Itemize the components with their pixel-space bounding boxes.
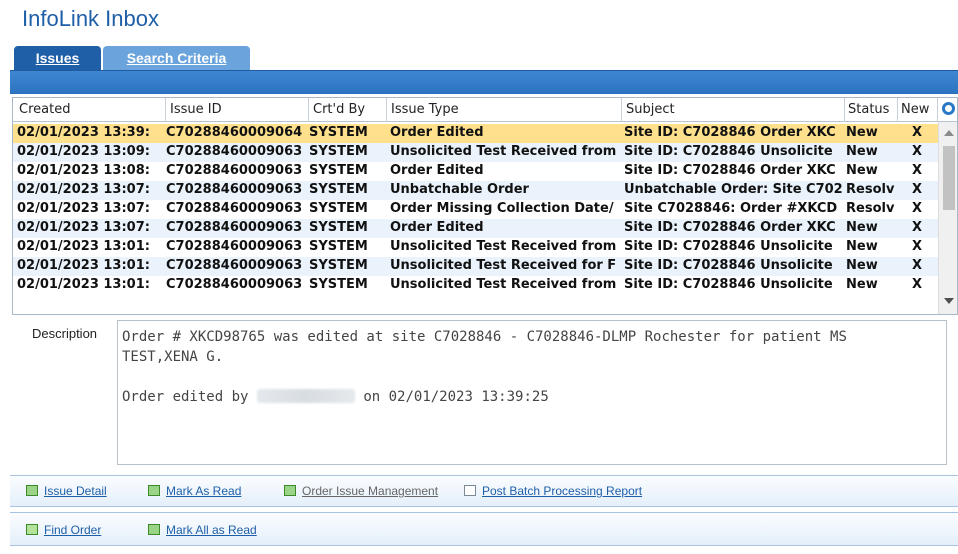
order-issue-management-link[interactable]: Order Issue Management (284, 484, 438, 498)
scroll-up-icon[interactable] (944, 130, 954, 136)
action-bar-secondary: Find Order Mark All as Read (10, 512, 958, 546)
column-header-created-by[interactable]: Crt'd By (313, 102, 365, 117)
issue-detail-icon (26, 485, 38, 496)
table-row[interactable]: 02/01/2023 13:01: C70288460009063 SYSTEM… (13, 257, 938, 276)
action-bar-primary: Issue Detail Mark As Read Order Issue Ma… (10, 475, 958, 507)
find-order-icon (26, 524, 38, 535)
column-header-new[interactable]: New (901, 102, 929, 117)
table-row[interactable]: 02/01/2023 13:09: C70288460009063 SYSTEM… (13, 143, 938, 162)
grid-scrollbar[interactable] (938, 122, 957, 314)
scroll-down-icon[interactable] (944, 298, 954, 304)
tab-issues[interactable]: Issues (14, 46, 101, 70)
table-row[interactable]: 02/01/2023 13:01: C70288460009063 SYSTEM… (13, 276, 938, 295)
toolbar-strip (10, 70, 958, 94)
issues-grid: Created Issue ID Crt'd By Issue Type Sub… (12, 97, 958, 315)
description-textarea[interactable]: Order # XKCD98765 was edited at site C70… (117, 320, 947, 465)
grid-header: Created Issue ID Crt'd By Issue Type Sub… (13, 98, 957, 122)
tab-search-criteria[interactable]: Search Criteria (103, 46, 250, 70)
tab-bar: Issues Search Criteria (14, 46, 250, 70)
column-header-subject[interactable]: Subject (626, 102, 675, 117)
column-header-issue-id[interactable]: Issue ID (170, 102, 222, 117)
table-row[interactable]: 02/01/2023 13:39: C70288460009064 SYSTEM… (13, 124, 938, 143)
mark-all-as-read-link[interactable]: Mark All as Read (148, 523, 257, 537)
order-issue-management-icon (284, 485, 296, 496)
table-row[interactable]: 02/01/2023 13:08: C70288460009063 SYSTEM… (13, 162, 938, 181)
post-batch-report-link[interactable]: Post Batch Processing Report (464, 484, 642, 498)
table-row[interactable]: 02/01/2023 13:01: C70288460009063 SYSTEM… (13, 238, 938, 257)
table-row[interactable]: 02/01/2023 13:07: C70288460009063 SYSTEM… (13, 200, 938, 219)
page-title: InfoLink Inbox (22, 6, 159, 31)
issue-detail-link[interactable]: Issue Detail (26, 484, 107, 498)
column-header-created[interactable]: Created (19, 102, 70, 117)
table-row[interactable]: 02/01/2023 13:07: C70288460009063 SYSTEM… (13, 219, 938, 238)
scroll-thumb[interactable] (943, 146, 955, 210)
table-row[interactable]: 02/01/2023 13:07: C70288460009063 SYSTEM… (13, 181, 938, 200)
redacted-username (256, 389, 355, 403)
mark-all-as-read-icon (148, 524, 160, 535)
column-header-status[interactable]: Status (848, 102, 889, 117)
mark-as-read-icon (148, 485, 160, 496)
description-label: Description (32, 326, 98, 341)
document-icon (464, 485, 476, 496)
find-order-link[interactable]: Find Order (26, 523, 101, 537)
settings-icon[interactable] (942, 102, 955, 115)
column-header-issue-type[interactable]: Issue Type (391, 102, 459, 117)
mark-as-read-link[interactable]: Mark As Read (148, 484, 241, 498)
